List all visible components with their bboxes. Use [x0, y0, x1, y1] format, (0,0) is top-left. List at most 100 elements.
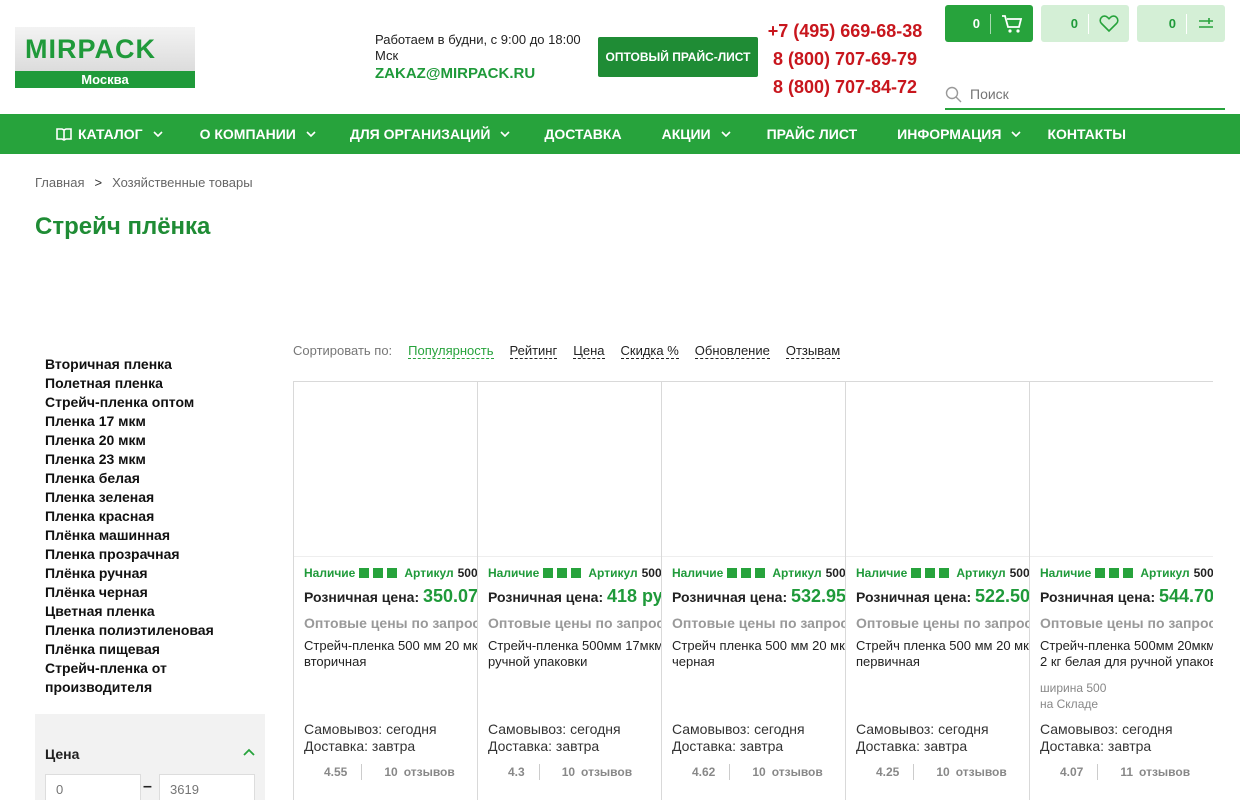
- reviews-label[interactable]: отзывов: [956, 765, 1007, 779]
- wholesale-price-link[interactable]: Оптовые цены по запросу: [488, 615, 661, 631]
- sidebar-item[interactable]: Плёнка машинная: [45, 526, 265, 545]
- sidebar-item[interactable]: Пленка зеленая: [45, 488, 265, 507]
- nav-contacts[interactable]: КОНТАКТЫ: [1047, 126, 1125, 142]
- stock-indicator: [387, 568, 398, 578]
- email-link[interactable]: ZAKAZ@MIRPACK.RU: [375, 65, 535, 82]
- breadcrumb-current[interactable]: Хозяйственные товары: [112, 175, 252, 190]
- nav-promotions[interactable]: АКЦИИ: [662, 126, 731, 142]
- reviews-label[interactable]: отзывов: [772, 765, 823, 779]
- product-name[interactable]: Стрейч-пленка 500мм 20мкм вес 2 кг белая…: [1040, 638, 1213, 670]
- reviews-count[interactable]: 10: [562, 765, 575, 779]
- chevron-up-icon[interactable]: [243, 748, 255, 756]
- nav-organizations[interactable]: ДЛЯ ОРГАНИЗАЦИЙ: [350, 126, 511, 142]
- nav-delivery[interactable]: ДОСТАВКА: [544, 126, 621, 142]
- sidebar-item[interactable]: Стрейч-пленка от производителя: [45, 659, 265, 697]
- product-attributes: ширина 500 на Складе: [1040, 680, 1106, 712]
- divider: [361, 764, 363, 780]
- sidebar-item[interactable]: Пленка белая: [45, 469, 265, 488]
- availability-label: Наличие: [304, 566, 356, 580]
- cart-button[interactable]: 0: [945, 5, 1033, 42]
- sidebar-item[interactable]: Вторичная пленка: [45, 355, 265, 374]
- product-image[interactable]: [846, 382, 1029, 557]
- price-value: 522.50: [975, 586, 1029, 606]
- product-name[interactable]: Стрейч-пленка 500 мм 20 мкм вторичная: [304, 638, 477, 670]
- logo-city: Москва: [15, 71, 195, 88]
- wholesale-price-link[interactable]: Оптовые цены по запросу: [1040, 615, 1213, 631]
- phone-1[interactable]: +7 (495) 669-68-38: [765, 17, 925, 45]
- sort-rating[interactable]: Рейтинг: [509, 343, 558, 359]
- availability-label: Наличие: [856, 566, 908, 580]
- product-card[interactable]: Наличие Артикул 5002 Розничная цена: 350…: [293, 381, 477, 800]
- filter-title[interactable]: Цена: [45, 746, 79, 762]
- sidebar-item[interactable]: Пленка прозрачная: [45, 545, 265, 564]
- sidebar-item[interactable]: Цветная пленка: [45, 602, 265, 621]
- sidebar-item[interactable]: Пленка полиэтиленовая: [45, 621, 265, 640]
- sort-price[interactable]: Цена: [573, 343, 605, 359]
- article-value: 5002: [825, 566, 845, 580]
- phone-3[interactable]: 8 (800) 707-84-72: [765, 73, 925, 101]
- favorites-button[interactable]: 0: [1041, 5, 1129, 42]
- wholesale-price-link[interactable]: Оптовые цены по запросу: [304, 615, 477, 631]
- nav-information[interactable]: ИНФОРМАЦИЯ: [897, 126, 1022, 142]
- product-image[interactable]: [1030, 382, 1213, 557]
- article-label: Артикул: [956, 566, 1006, 580]
- range-dash: –: [143, 778, 152, 795]
- sidebar-item[interactable]: Плёнка пищевая: [45, 640, 265, 659]
- nav-label: О КОМПАНИИ: [199, 126, 296, 142]
- compare-button[interactable]: 0: [1137, 5, 1225, 42]
- sort-popularity[interactable]: Популярность: [408, 343, 494, 359]
- sidebar-item[interactable]: Пленка 17 мкм: [45, 412, 265, 431]
- sort-updated[interactable]: Обновление: [694, 343, 770, 359]
- article-value: 5002: [1009, 566, 1029, 580]
- product-name[interactable]: Стрейч пленка 500 мм 20 мкм черная: [672, 638, 845, 670]
- pickup-text: Самовывоз: сегодня: [1040, 721, 1173, 737]
- product-card[interactable]: Наличие Артикул 5001 Розничная цена: 418…: [477, 381, 661, 800]
- sidebar-item[interactable]: Пленка 23 мкм: [45, 450, 265, 469]
- reviews-label[interactable]: отзывов: [404, 765, 455, 779]
- product-image[interactable]: [294, 382, 477, 557]
- sidebar-item[interactable]: Пленка 20 мкм: [45, 431, 265, 450]
- cart-count: 0: [972, 16, 980, 31]
- price-list-button[interactable]: ОПТОВЫЙ ПРАЙС-ЛИСТ: [598, 37, 758, 77]
- sidebar-item[interactable]: Плёнка ручная: [45, 564, 265, 583]
- reviews-count[interactable]: 10: [936, 765, 949, 779]
- product-name[interactable]: Стрейч пленка 500 мм 20 мкм первичная: [856, 638, 1029, 670]
- rating-value: 4.3: [508, 765, 525, 779]
- product-image[interactable]: [478, 382, 661, 557]
- product-card[interactable]: Наличие Артикул 5002018 Розничная цена: …: [1029, 381, 1213, 800]
- price-label: Розничная цена:: [488, 589, 604, 605]
- breadcrumb-home[interactable]: Главная: [35, 175, 84, 190]
- product-card[interactable]: Наличие Артикул 5002 Розничная цена: 522…: [845, 381, 1029, 800]
- sidebar-item[interactable]: Стрейч-пленка оптом: [45, 393, 265, 412]
- sidebar-item[interactable]: Полетная пленка: [45, 374, 265, 393]
- search-icon[interactable]: [945, 86, 962, 103]
- price-min-input[interactable]: [45, 774, 141, 800]
- product-image[interactable]: [662, 382, 845, 557]
- main-nav: КАТАЛОГ О КОМПАНИИ ДЛЯ ОРГАНИЗАЦИЙ ДОСТА…: [0, 114, 1240, 154]
- article-value: 5001: [641, 566, 661, 580]
- reviews-label[interactable]: отзывов: [581, 765, 632, 779]
- nav-about[interactable]: О КОМПАНИИ: [200, 126, 316, 142]
- product-card[interactable]: Наличие Артикул 5002 Розничная цена: 532…: [661, 381, 845, 800]
- stock-indicator: [939, 568, 950, 578]
- sort-reviews[interactable]: Отзывам: [785, 343, 841, 359]
- logo[interactable]: MIRPACK Москва: [15, 27, 195, 88]
- search-input[interactable]: [970, 86, 1210, 102]
- sort-discount[interactable]: Скидка %: [620, 343, 679, 359]
- phone-2[interactable]: 8 (800) 707-69-79: [765, 45, 925, 73]
- sidebar-item[interactable]: Плёнка черная: [45, 583, 265, 602]
- nav-catalog[interactable]: КАТАЛОГ: [56, 126, 163, 142]
- reviews-count[interactable]: 11: [1120, 765, 1133, 779]
- search-bar: [945, 80, 1225, 110]
- breadcrumb: Главная > Хозяйственные товары: [35, 175, 253, 190]
- nav-price-list[interactable]: ПРАЙС ЛИСТ: [767, 126, 858, 142]
- wholesale-price-link[interactable]: Оптовые цены по запросу: [856, 615, 1029, 631]
- sidebar-item[interactable]: Пленка красная: [45, 507, 265, 526]
- availability-label: Наличие: [488, 566, 540, 580]
- reviews-count[interactable]: 10: [752, 765, 765, 779]
- product-name[interactable]: Стрейч-пленка 500мм 17мкм ручной упаковк…: [488, 638, 661, 670]
- wholesale-price-link[interactable]: Оптовые цены по запросу: [672, 615, 845, 631]
- reviews-label[interactable]: отзывов: [1139, 765, 1190, 779]
- reviews-count[interactable]: 10: [384, 765, 397, 779]
- price-max-input[interactable]: [159, 774, 255, 800]
